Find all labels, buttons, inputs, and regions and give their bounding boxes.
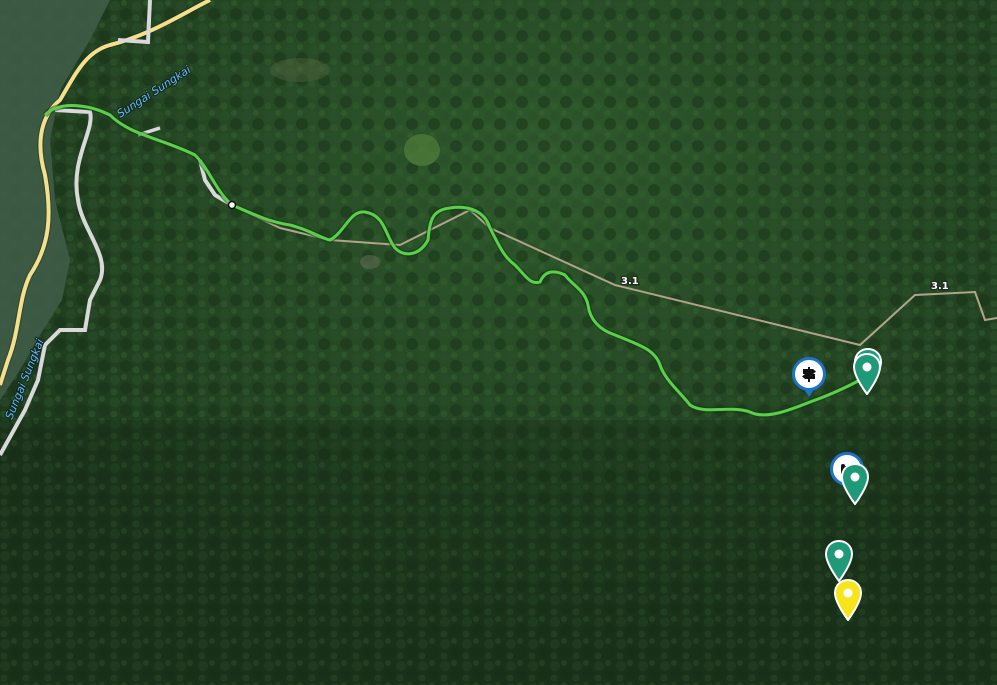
route-start-point[interactable] <box>227 200 237 210</box>
route-shadow <box>42 102 862 418</box>
signpost-icon <box>802 367 816 382</box>
map-view[interactable]: Sungai Sungkai Sungai Sungkai 3.1 3.1 ma… <box>0 0 997 685</box>
destination-marker[interactable] <box>834 579 862 621</box>
main-road-shadow <box>0 0 212 386</box>
road-label-2: 3.1 <box>931 281 949 292</box>
hiking-route[interactable] <box>43 104 861 417</box>
waypoint-marker[interactable]: map-pin-icon <box>853 353 881 395</box>
main-road[interactable] <box>0 0 211 386</box>
waypoint-marker[interactable] <box>825 540 853 582</box>
waypoint-marker[interactable] <box>841 463 869 505</box>
river-label-1: Sungai Sungkai <box>115 63 194 120</box>
road-label-1: 3.1 <box>621 276 639 287</box>
signpost-marker[interactable] <box>792 357 826 397</box>
